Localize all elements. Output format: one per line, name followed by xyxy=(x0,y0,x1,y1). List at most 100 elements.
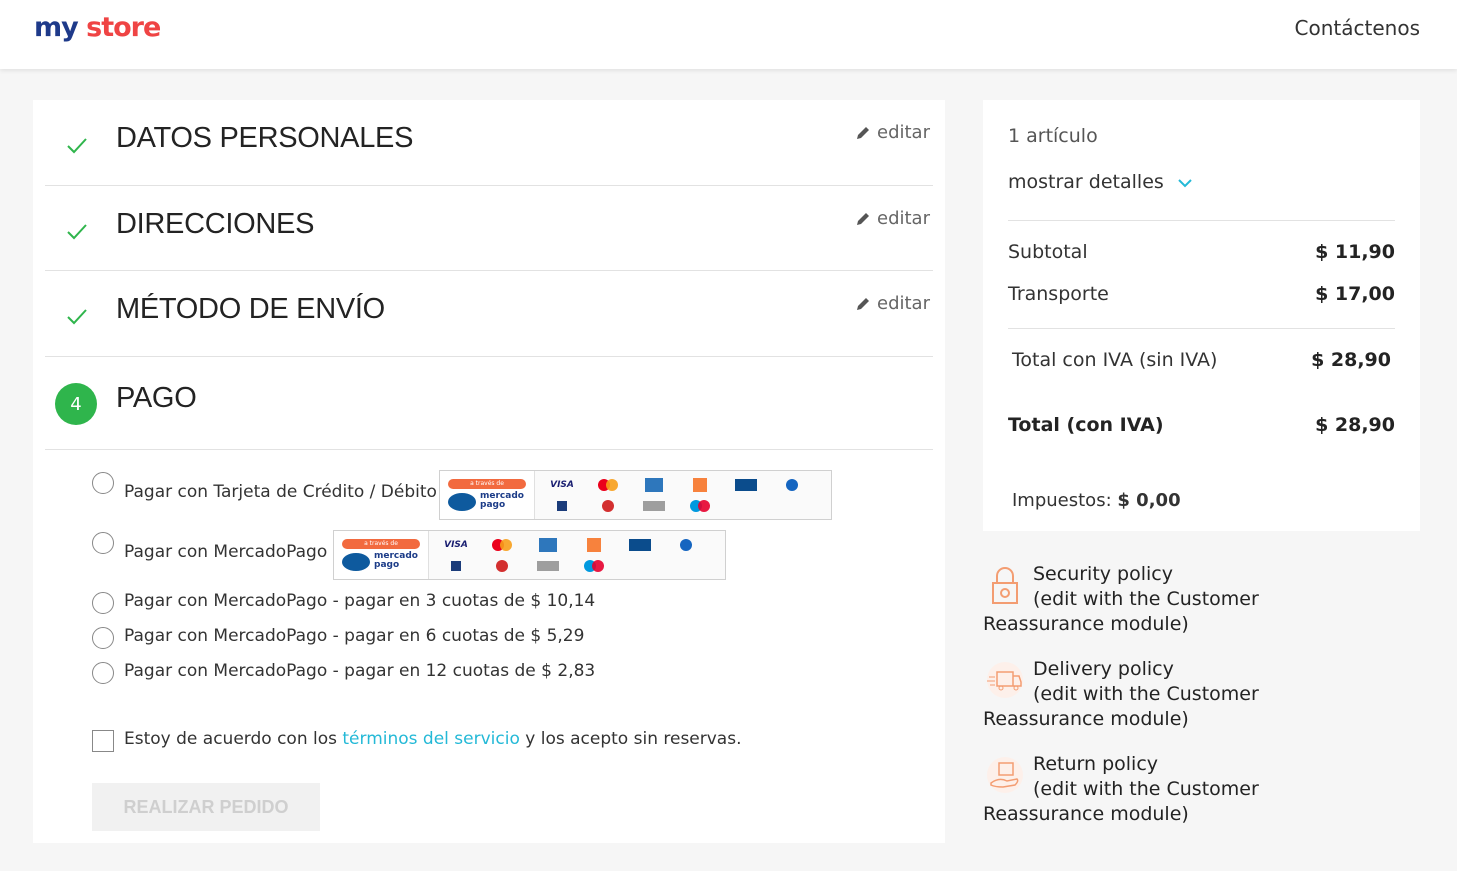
visa-icon: VISA xyxy=(444,539,468,550)
maestro-icon xyxy=(679,496,721,515)
payment-option-3-installments-radio[interactable] xyxy=(92,592,114,614)
maestro-circles xyxy=(584,559,604,572)
mastercard-circles xyxy=(598,478,618,491)
payment-option-12-installments-radio[interactable] xyxy=(92,662,114,684)
show-details-label: mostrar detalles xyxy=(1008,171,1164,193)
cabal-icon xyxy=(725,475,767,494)
argencard-shape xyxy=(786,478,798,491)
diners-shape xyxy=(496,559,508,572)
amex-icon xyxy=(527,535,569,554)
terms-of-service-link[interactable]: términos del servicio xyxy=(342,729,519,749)
mp-brand-line2: pago xyxy=(480,500,506,510)
argencard-shape xyxy=(680,538,692,551)
payment-option-label[interactable]: Pagar con MercadoPago xyxy=(124,542,327,562)
reassurance-description: (edit with the Customer Reassurance modu… xyxy=(983,778,1259,825)
maestro-icon xyxy=(573,556,615,575)
edit-label: editar xyxy=(877,208,930,229)
payment-option-label[interactable]: Pagar con MercadoPago - pagar en 12 cuot… xyxy=(124,661,595,681)
pencil-icon xyxy=(857,297,869,310)
terms-text: Estoy de acuerdo con los xyxy=(124,729,343,749)
reassurance-title: Security policy xyxy=(1033,563,1173,585)
nativa-shape xyxy=(557,500,567,511)
mp-brand-line2: pago xyxy=(374,560,400,570)
items-count: 1 artículo xyxy=(1008,125,1098,147)
card-brands: VISA xyxy=(535,471,825,519)
check-icon xyxy=(67,224,87,240)
site-header: my store Contáctenos xyxy=(0,0,1457,69)
subtotal-label: Subtotal xyxy=(1008,241,1088,263)
payment-option-6-installments-radio[interactable] xyxy=(92,627,114,649)
cordobesa-icon xyxy=(527,556,569,575)
total-incl-tax-value: $ 28,90 xyxy=(1315,414,1395,436)
logo-text-store: store xyxy=(86,12,161,43)
amex-icon xyxy=(633,475,675,494)
mp-brand-text: mercado pago xyxy=(374,552,418,570)
total-excl-tax-label: Total con IVA (sin IVA) xyxy=(1012,349,1218,371)
step-title: DATOS PERSONALES xyxy=(116,122,414,154)
terms-checkbox[interactable] xyxy=(92,730,114,752)
edit-label: editar xyxy=(877,293,930,314)
diners-icon xyxy=(481,556,523,575)
chevron-down-icon xyxy=(1178,179,1192,188)
edit-shipping-link[interactable]: editar xyxy=(855,293,930,314)
edit-label: editar xyxy=(877,122,930,143)
naranja-icon xyxy=(679,475,721,494)
step-addresses: DIRECCIONES editar xyxy=(45,186,933,271)
check-icon xyxy=(67,138,87,154)
reassurance-title: Delivery policy xyxy=(1033,658,1174,680)
mastercard-icon xyxy=(587,475,629,494)
mp-band-text: a través de xyxy=(448,479,526,489)
nativa-icon xyxy=(435,556,477,575)
diners-icon xyxy=(587,496,629,515)
cabal-shape xyxy=(735,478,757,491)
payment-option-mercadopago-radio[interactable] xyxy=(92,532,114,554)
reassurance-description: (edit with the Customer Reassurance modu… xyxy=(983,683,1259,730)
payment-option-label[interactable]: Pagar con MercadoPago - pagar en 6 cuota… xyxy=(124,626,584,646)
subtotal-value: $ 11,90 xyxy=(1315,241,1395,263)
cabal-icon xyxy=(619,535,661,554)
taxes-value: $ 0,00 xyxy=(1117,490,1181,511)
terms-text: y los acepto sin reservas. xyxy=(519,729,742,749)
taxes-label: Impuestos: xyxy=(1012,490,1112,511)
mercadopago-logo: a través de mercado pago VISA xyxy=(333,530,726,580)
argencard-icon xyxy=(665,535,707,554)
taxes-row: Impuestos: $ 0,00 xyxy=(1012,490,1181,511)
show-details-toggle[interactable]: mostrar detalles xyxy=(1008,171,1192,193)
step-personal-info: DATOS PERSONALES editar xyxy=(45,100,933,186)
edit-personal-info-link[interactable]: editar xyxy=(855,122,930,143)
store-logo[interactable]: my store xyxy=(34,12,161,43)
mp-brand-text: mercado pago xyxy=(480,492,524,510)
payment-option-label[interactable]: Pagar con MercadoPago - pagar en 3 cuota… xyxy=(124,591,595,611)
mercadopago-brand: a través de mercado pago xyxy=(334,531,429,579)
shipping-label: Transporte xyxy=(1008,283,1109,305)
divider xyxy=(1008,220,1395,221)
mastercard-circles xyxy=(492,538,512,551)
handshake-icon xyxy=(448,493,476,511)
divider xyxy=(1008,328,1395,329)
mastercard-icon xyxy=(481,535,523,554)
payment-option-label[interactable]: Pagar con Tarjeta de Crédito / Débito xyxy=(124,482,437,502)
diners-shape xyxy=(602,499,614,512)
logo-text-my: my xyxy=(34,12,79,43)
naranja-icon xyxy=(573,535,615,554)
checkout-steps-panel: DATOS PERSONALES editar DIRECCIONES edit… xyxy=(33,100,945,843)
edit-addresses-link[interactable]: editar xyxy=(855,208,930,229)
naranja-shape xyxy=(587,537,601,552)
step-payment: 4 PAGO xyxy=(45,357,933,450)
total-excl-tax-value: $ 28,90 xyxy=(1311,349,1391,371)
pencil-icon xyxy=(857,212,869,225)
nativa-shape xyxy=(451,560,461,571)
reassurance-title: Return policy xyxy=(1033,753,1159,775)
payment-option-card-radio[interactable] xyxy=(92,472,114,494)
cabal-shape xyxy=(629,538,651,551)
terms-label: Estoy de acuerdo con los términos del se… xyxy=(124,729,742,749)
place-order-button[interactable]: REALIZAR PEDIDO xyxy=(92,783,320,831)
mp-band-text: a través de xyxy=(342,539,420,549)
amex-shape xyxy=(645,477,663,492)
pencil-icon xyxy=(857,126,869,139)
argencard-icon xyxy=(771,475,813,494)
naranja-shape xyxy=(693,477,707,492)
contact-link[interactable]: Contáctenos xyxy=(1295,16,1420,40)
step-title: PAGO xyxy=(116,382,197,414)
maestro-circles xyxy=(690,499,710,512)
